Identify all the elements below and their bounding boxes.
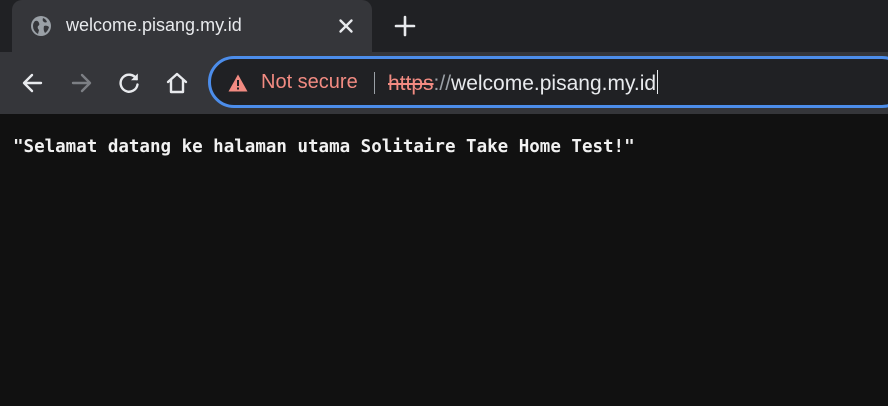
tab-strip: welcome.pisang.my.id [0,0,888,52]
globe-icon [31,16,51,36]
browser-toolbar: Not secure https://welcome.pisang.my.id [0,52,888,114]
url-text[interactable]: https://welcome.pisang.my.id [388,70,659,96]
url-scheme: https [388,72,434,95]
url-scheme-separator: :// [433,72,452,95]
warning-triangle-icon[interactable] [228,74,248,92]
back-arrow-icon[interactable] [19,69,47,97]
text-caret [657,70,659,94]
browser-tab[interactable]: welcome.pisang.my.id [12,0,372,52]
page-content: "Selamat datang ke halaman utama Solitai… [0,114,888,406]
forward-arrow-icon[interactable] [67,69,95,97]
tab-title: welcome.pisang.my.id [66,15,242,35]
welcome-message: "Selamat datang ke halaman utama Solitai… [13,137,635,157]
plus-icon[interactable] [392,13,418,39]
url-host: welcome.pisang.my.id [451,72,657,95]
security-status-label[interactable]: Not secure [261,71,358,94]
omnibox-divider [374,72,375,94]
close-icon[interactable] [334,14,358,38]
reload-icon[interactable] [115,69,143,97]
home-icon[interactable] [163,69,191,97]
address-bar[interactable]: Not secure https://welcome.pisang.my.id [208,56,888,108]
